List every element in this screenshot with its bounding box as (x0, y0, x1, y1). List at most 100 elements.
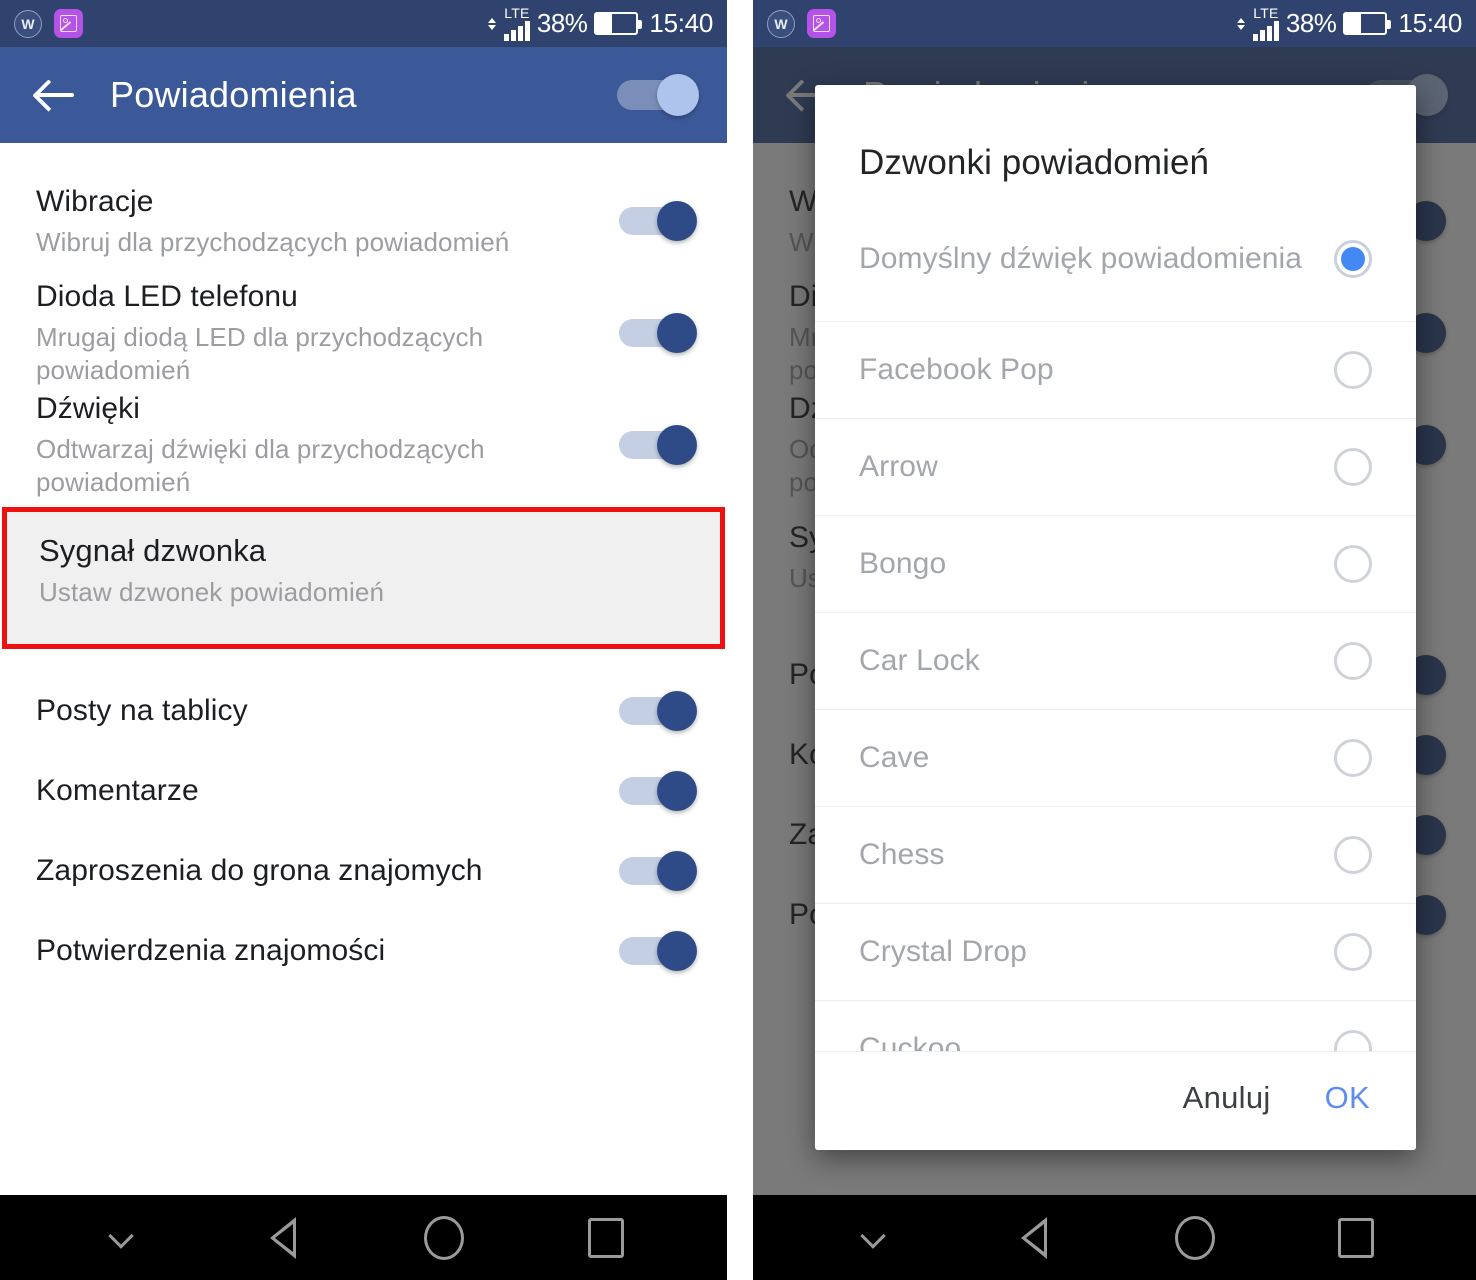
setting-row-sounds[interactable]: Dźwięki Odtwarzaj dźwięki dla przychodzą… (0, 389, 727, 501)
setting-title: Posty na tablicy (36, 694, 248, 728)
nav-bar-right (753, 1195, 1476, 1280)
ringtone-picker-dialog: Dzwonki powiadomień Domyślny dźwięk powi… (815, 85, 1416, 1150)
workplace-icon: W (767, 9, 795, 38)
setting-subtitle: Wibruj dla przychodzących powiadomień (36, 226, 510, 257)
network-type-label: LTE (504, 5, 530, 21)
radio-button-selected[interactable] (1334, 240, 1372, 278)
list-top-spacer (0, 143, 727, 165)
ringtone-option-car-lock[interactable]: Car Lock (815, 613, 1416, 710)
nav-recents-button[interactable] (576, 1208, 636, 1268)
cancel-button[interactable]: Anuluj (1183, 1080, 1271, 1116)
radio-button[interactable] (1334, 933, 1372, 971)
toggle-sounds[interactable] (619, 425, 697, 465)
toggle-vibrations[interactable] (619, 201, 697, 241)
toggle-wall-posts[interactable] (619, 691, 697, 731)
setting-title: Dioda LED telefonu (36, 280, 298, 314)
status-bar-system-icons: LTE 38% 15:40 (487, 5, 713, 41)
ringtone-option-crystal-drop[interactable]: Crystal Drop (815, 904, 1416, 1001)
setting-title: Zaproszenia do grona znajomych (36, 854, 483, 888)
nav-back-button[interactable] (253, 1208, 313, 1268)
status-bar-left: W LTE 38% 15:40 (0, 0, 727, 47)
ringtone-option-label: Cave (859, 740, 930, 774)
setting-row-vibrations[interactable]: Wibracje Wibruj dla przychodzących powia… (0, 165, 727, 277)
ringtone-option-label: Bongo (859, 546, 947, 580)
ringtone-option-cave[interactable]: Cave (815, 710, 1416, 807)
ringtone-option-label: Crystal Drop (859, 934, 1027, 968)
setting-subtitle: Mrugaj diodą LED dla przychodzących powi… (36, 321, 484, 386)
ringtone-options-list[interactable]: Domyślny dźwięk powiadomienia Facebook P… (815, 197, 1416, 1051)
ringtone-option-chess[interactable]: Chess (815, 807, 1416, 904)
ringtone-option-bongo[interactable]: Bongo (815, 516, 1416, 613)
ringtone-option-label: Cuckoo (859, 1031, 962, 1051)
signal-strength-icon: LTE (503, 5, 530, 41)
radio-button[interactable] (1334, 351, 1372, 389)
setting-title: Dźwięki (36, 392, 141, 426)
nav-home-button[interactable] (414, 1208, 474, 1268)
dialog-title: Dzwonki powiadomień (859, 143, 1210, 182)
nav-recents-button[interactable] (1326, 1208, 1386, 1268)
setting-row-friend-confirmations[interactable]: Potwierdzenia znajomości (0, 911, 727, 991)
nav-bar-left (0, 1195, 727, 1280)
ringtone-option-label: Domyślny dźwięk powiadomienia (859, 241, 1303, 275)
ok-button[interactable]: OK (1325, 1080, 1370, 1116)
ringtone-option-default[interactable]: Domyślny dźwięk powiadomienia (815, 197, 1416, 322)
clock-label: 15:40 (1398, 8, 1462, 38)
status-bar-system-icons: LTE 38% 15:40 (1236, 5, 1462, 41)
nav-back-button[interactable] (1004, 1208, 1064, 1268)
setting-subtitle: Ustaw dzwonek powiadomień (39, 576, 385, 607)
nav-hide-button[interactable] (843, 1208, 903, 1268)
toggle-comments[interactable] (619, 771, 697, 811)
radio-button[interactable] (1334, 739, 1372, 777)
radio-button[interactable] (1334, 836, 1372, 874)
ringtone-option-label: Car Lock (859, 643, 980, 677)
dialog-action-bar: Anuluj OK (815, 1051, 1416, 1150)
radio-button[interactable] (1334, 448, 1372, 486)
list-mid-spacer (0, 649, 727, 671)
phone-screen-ringtone-dialog: W LTE 38% 15:40 Powiadomienia (753, 0, 1476, 1280)
toggle-led[interactable] (619, 313, 697, 353)
status-bar-notification-icons: W (14, 9, 83, 38)
data-transfer-icon (1236, 14, 1245, 34)
screenshot-icon (54, 9, 83, 38)
radio-button[interactable] (1334, 1030, 1372, 1051)
battery-percent-label: 38% (536, 8, 588, 38)
radio-button[interactable] (1334, 545, 1372, 583)
screenshot-icon (807, 9, 836, 38)
app-bar: Powiadomienia (0, 47, 727, 143)
workplace-icon: W (14, 9, 42, 38)
screenshot-stage: W LTE 38% 15:40 Powiadomienia Wibracje W… (0, 0, 1476, 1280)
notifications-master-toggle[interactable] (617, 74, 699, 116)
setting-row-comments[interactable]: Komentarze (0, 751, 727, 831)
ringtone-option-facebook-pop[interactable]: Facebook Pop (815, 322, 1416, 419)
battery-percent-label: 38% (1285, 8, 1337, 38)
setting-row-led[interactable]: Dioda LED telefonu Mrugaj diodą LED dla … (0, 277, 727, 389)
status-bar-right: W LTE 38% 15:40 (753, 0, 1476, 47)
ringtone-option-cuckoo[interactable]: Cuckoo (815, 1001, 1416, 1051)
signal-strength-icon: LTE (1252, 5, 1279, 41)
clock-label: 15:40 (649, 8, 713, 38)
data-transfer-icon (487, 14, 496, 34)
network-type-label: LTE (1253, 5, 1279, 21)
nav-home-button[interactable] (1165, 1208, 1225, 1268)
setting-title: Komentarze (36, 774, 199, 808)
setting-row-wall-posts[interactable]: Posty na tablicy (0, 671, 727, 751)
ringtone-option-label: Chess (859, 837, 945, 871)
setting-row-ringtone[interactable]: Sygnał dzwonka Ustaw dzwonek powiadomień (2, 507, 725, 649)
battery-icon (1343, 12, 1392, 35)
radio-button[interactable] (1334, 642, 1372, 680)
battery-icon (594, 12, 643, 35)
setting-title: Sygnał dzwonka (39, 533, 267, 568)
ringtone-option-arrow[interactable]: Arrow (815, 419, 1416, 516)
toggle-friend-confirmations[interactable] (619, 931, 697, 971)
setting-title: Potwierdzenia znajomości (36, 934, 386, 968)
settings-list: Wibracje Wibruj dla przychodzących powia… (0, 143, 727, 991)
toggle-friend-requests[interactable] (619, 851, 697, 891)
setting-title: Wibracje (36, 185, 154, 219)
nav-hide-button[interactable] (91, 1208, 151, 1268)
back-arrow-icon[interactable] (34, 72, 80, 118)
ringtone-option-label: Facebook Pop (859, 352, 1054, 386)
page-title: Powiadomienia (110, 74, 357, 115)
setting-row-friend-requests[interactable]: Zaproszenia do grona znajomych (0, 831, 727, 911)
ringtone-option-label: Arrow (859, 449, 938, 483)
setting-subtitle: Odtwarzaj dźwięki dla przychodzących pow… (36, 433, 485, 498)
